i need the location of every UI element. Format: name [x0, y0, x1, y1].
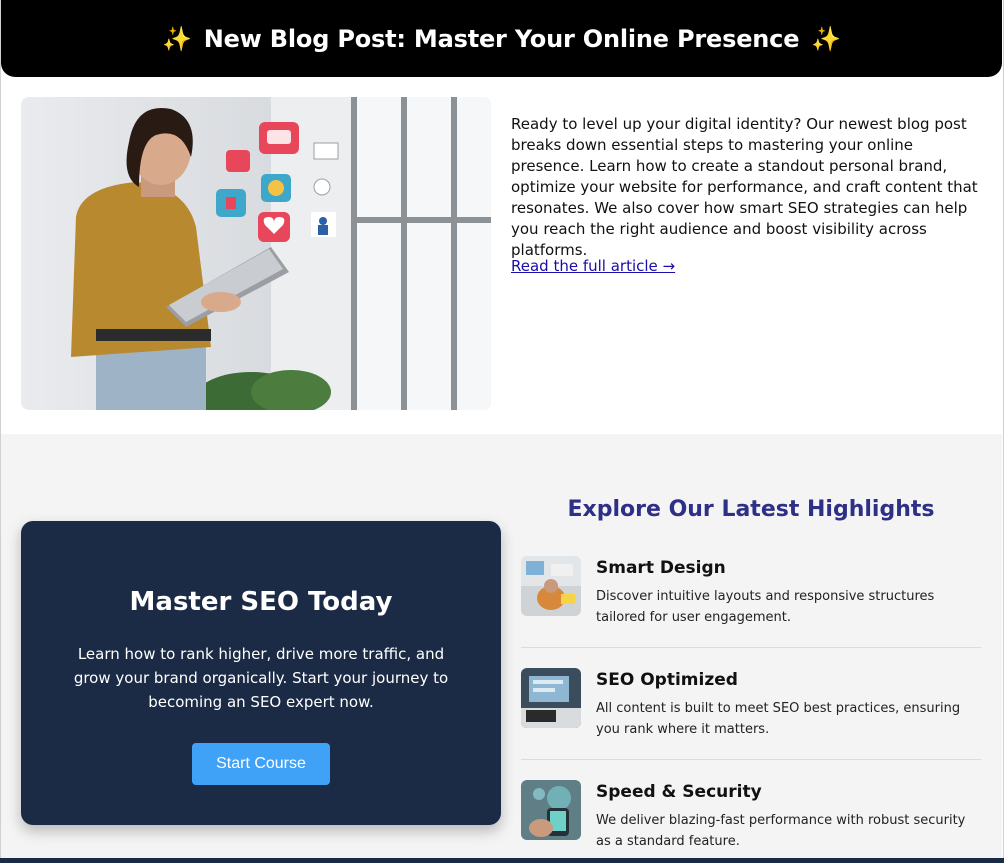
- seo-card-title: Master SEO Today: [129, 587, 393, 617]
- blog-hero-image: [21, 97, 491, 410]
- speed-security-thumbnail: [521, 780, 581, 840]
- highlight-description: All content is built to meet SEO best pr…: [596, 701, 961, 737]
- read-full-article-link[interactable]: Read the full article →: [511, 257, 675, 275]
- divider: [521, 647, 981, 648]
- highlight-item-speed-security: Speed & Security We deliver blazing-fast…: [521, 780, 981, 863]
- highlight-title: SEO Optimized: [596, 670, 738, 690]
- highlights-title: Explore Our Latest Highlights: [567, 497, 935, 522]
- blog-banner: ✨ New Blog Post: Master Your Online Pres…: [1, 0, 1002, 77]
- sparkle-icon: ✨: [162, 24, 192, 53]
- smart-design-thumbnail: [521, 556, 581, 616]
- banner-title-text: New Blog Post: Master Your Online Presen…: [203, 24, 800, 53]
- highlight-item-smart-design: Smart Design Discover intuitive layouts …: [521, 556, 981, 648]
- divider: [521, 759, 981, 760]
- bottom-edge-bar: [0, 858, 1004, 863]
- sparkle-icon: ✨: [811, 24, 841, 53]
- highlight-description: Discover intuitive layouts and responsiv…: [596, 589, 935, 625]
- start-course-button[interactable]: Start Course: [192, 743, 330, 785]
- seo-optimized-thumbnail: [521, 668, 581, 728]
- highlight-title: Speed & Security: [596, 782, 762, 802]
- highlight-title: Smart Design: [596, 558, 726, 578]
- highlight-item-seo-optimized: SEO Optimized All content is built to me…: [521, 668, 981, 760]
- banner-title: ✨ New Blog Post: Master Your Online Pres…: [162, 25, 841, 53]
- highlight-description: We deliver blazing-fast performance with…: [596, 813, 966, 849]
- seo-card-description: Learn how to rank higher, drive more tra…: [73, 645, 449, 711]
- blog-description: Ready to level up your digital identity?…: [511, 115, 978, 259]
